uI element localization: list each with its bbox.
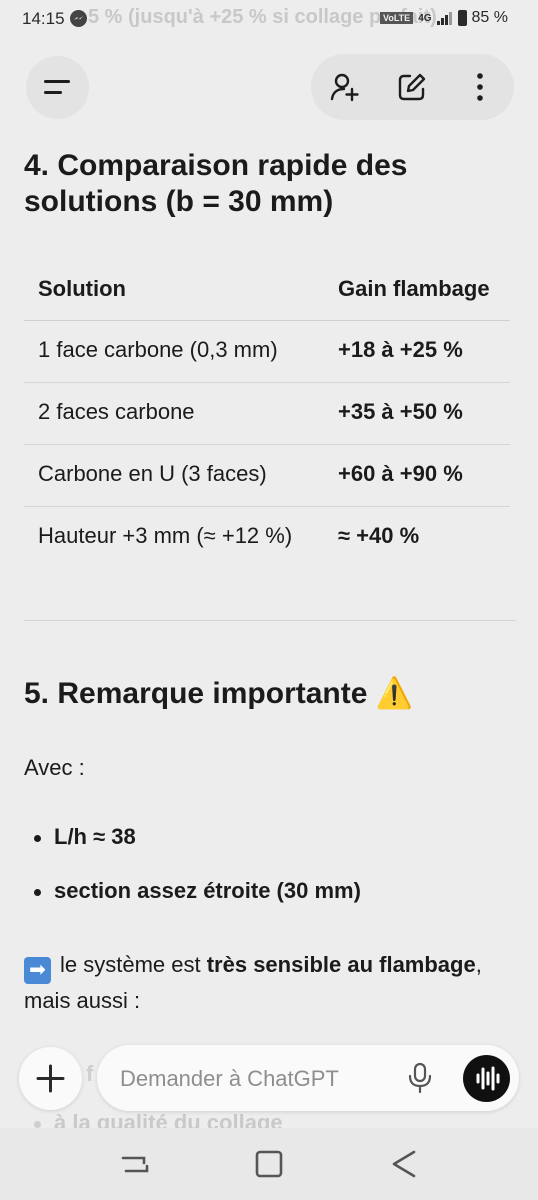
table-cell-solution: 2 faces carbone bbox=[38, 399, 195, 424]
menu-icon bbox=[44, 80, 70, 83]
sentence-end: , bbox=[475, 952, 482, 977]
section-5-title-text: 5. Remarque importante bbox=[24, 677, 368, 710]
section-4-title-line2: solutions (b = 30 mm) bbox=[24, 185, 334, 218]
more-vertical-icon[interactable] bbox=[465, 72, 495, 102]
table-cell-solution: Hauteur +3 mm (≈ +12 %) bbox=[38, 523, 293, 548]
table-cell-gain: ≈ +40 % bbox=[338, 523, 420, 548]
list-item: L/h ≈ 38 bbox=[34, 824, 136, 850]
table-row: Hauteur +3 mm (≈ +12 %) ≈ +40 % bbox=[24, 507, 510, 568]
sensitivity-paragraph: ➡ le système est très sensible au flambag… bbox=[24, 948, 524, 1017]
status-indicators: VoLTE 4G 85 % bbox=[380, 9, 508, 27]
comparison-table: Solution Gain flambage 1 face carbone (0… bbox=[24, 260, 510, 568]
network-type: 4G bbox=[418, 12, 432, 24]
table-row: 2 faces carbone +35 à +50 % bbox=[24, 383, 510, 445]
signal-icon bbox=[436, 12, 452, 25]
section-4-title: 4. Comparaison rapide des solutions (b =… bbox=[24, 148, 407, 220]
table-cell-solution: Carbone en U (3 faces) bbox=[38, 461, 267, 486]
table-header-gain: Gain flambage bbox=[338, 276, 490, 301]
faded-fragment: f bbox=[86, 1061, 94, 1086]
menu-button[interactable] bbox=[26, 56, 89, 119]
edit-icon[interactable] bbox=[397, 72, 427, 102]
table-cell-gain: +35 à +50 % bbox=[338, 399, 463, 424]
table-cell-gain: +60 à +90 % bbox=[338, 461, 463, 486]
arrow-right-icon: ➡ bbox=[24, 957, 51, 984]
list-item-text: L/h ≈ 38 bbox=[54, 824, 136, 849]
section-5-title: 5. Remarque importante ⚠️ bbox=[24, 676, 413, 712]
battery-icon bbox=[457, 10, 467, 26]
sentence-bold: très sensible au flambage bbox=[206, 952, 476, 977]
list-item-text: section assez étroite (30 mm) bbox=[54, 878, 361, 903]
back-icon[interactable] bbox=[390, 1150, 418, 1178]
list-item: section assez étroite (30 mm) bbox=[34, 878, 361, 904]
status-time: 14:15 bbox=[22, 9, 65, 28]
table-cell-gain: +18 à +25 % bbox=[338, 337, 463, 362]
intro-text: Avec : bbox=[24, 755, 85, 780]
home-icon[interactable] bbox=[254, 1150, 284, 1178]
plus-icon bbox=[36, 1064, 65, 1093]
warning-icon: ⚠️ bbox=[375, 677, 414, 710]
mic-icon[interactable] bbox=[407, 1062, 433, 1094]
messenger-icon bbox=[70, 10, 87, 27]
volte-badge: VoLTE bbox=[380, 12, 414, 24]
message-composer[interactable]: Demander à ChatGPT bbox=[97, 1045, 519, 1111]
table-row: 1 face carbone (0,3 mm) +18 à +25 % bbox=[24, 321, 510, 383]
table-row: Carbone en U (3 faces) +60 à +90 % bbox=[24, 445, 510, 507]
sentence-line2: mais aussi : bbox=[24, 988, 141, 1013]
battery-level: 85 % bbox=[471, 9, 508, 26]
status-bar: 5 % (jusqu'à +25 % si collage parfait) 1… bbox=[0, 0, 538, 38]
table-header-row: Solution Gain flambage bbox=[24, 260, 510, 321]
voice-icon bbox=[476, 1066, 500, 1091]
message-input-placeholder[interactable]: Demander à ChatGPT bbox=[120, 1066, 339, 1092]
section-4-title-line1: 4. Comparaison rapide des bbox=[24, 149, 408, 182]
voice-mode-button[interactable] bbox=[463, 1055, 510, 1102]
top-actions bbox=[311, 54, 514, 120]
sentence-start: le système est bbox=[60, 952, 207, 977]
table-header-solution: Solution bbox=[38, 276, 126, 301]
section-divider bbox=[24, 620, 516, 621]
table-cell-solution: 1 face carbone (0,3 mm) bbox=[38, 337, 278, 362]
recents-icon[interactable] bbox=[120, 1150, 150, 1178]
add-person-icon[interactable] bbox=[330, 72, 360, 102]
attach-button[interactable] bbox=[19, 1047, 82, 1110]
menu-icon-line bbox=[44, 91, 62, 94]
system-nav-bar bbox=[0, 1128, 538, 1200]
